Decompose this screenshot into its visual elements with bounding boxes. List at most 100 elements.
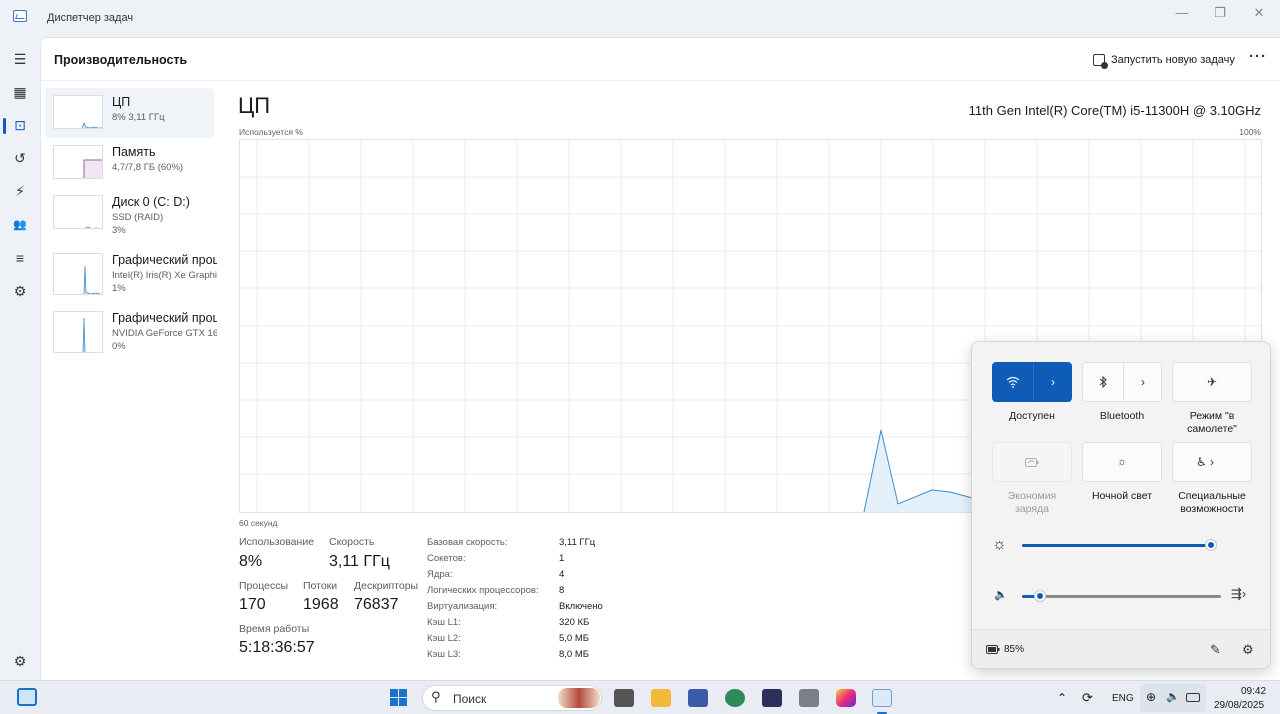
resource-detail: SSD (RAID)	[112, 212, 164, 223]
bluetooth-expand-chevron-icon[interactable]: ›	[1124, 363, 1162, 401]
spec-value: 320 КБ	[559, 617, 590, 628]
resource-item-gpu0[interactable]: Графический процессор 0 Intel(R) Iris(R)…	[45, 246, 217, 296]
more-options-button[interactable]: ···	[1249, 48, 1267, 65]
input-language[interactable]: ENG	[1112, 693, 1134, 704]
spec-value: 8,0 МБ	[559, 649, 589, 660]
settings-gear-icon[interactable]: ⚙	[1242, 642, 1254, 658]
startup-apps-icon[interactable]: ⚡	[10, 181, 30, 201]
bluetooth-tile[interactable]: ›	[1082, 362, 1162, 402]
cpu-title: ЦП	[238, 93, 271, 118]
wifi-tile[interactable]: ›	[992, 362, 1072, 402]
maximize-button[interactable]: ❐	[1204, 4, 1236, 22]
tray-overflow-chevron-icon[interactable]: ⌃	[1057, 691, 1067, 705]
spec-value: 3,11 ГГц	[559, 537, 596, 548]
audio-output-select-icon[interactable]: ⇶›	[1231, 586, 1246, 602]
remote-desktop-icon[interactable]	[688, 689, 708, 707]
percent-max-label: 100%	[1239, 127, 1261, 137]
quick-settings-footer: 85% ✎ ⚙	[972, 629, 1270, 668]
file-explorer-icon[interactable]	[651, 689, 671, 707]
night-light-tile[interactable]: ☼	[1082, 442, 1162, 482]
airplane-mode-tile[interactable]: ✈	[1172, 362, 1252, 402]
airplane-label: Режим "в самолете"	[1187, 410, 1237, 435]
clock-time[interactable]: 09:42	[1241, 686, 1266, 697]
resource-item-memory[interactable]: Память 4,7/7,8 ГБ (60%)	[45, 138, 214, 188]
clock-date[interactable]: 29/08/2025	[1214, 700, 1264, 711]
resource-item-gpu1[interactable]: Графический процессор 1 NVIDIA GeForce G…	[45, 304, 217, 354]
search-icon: ⚲	[431, 689, 441, 704]
services-icon[interactable]: ⚙	[10, 281, 30, 301]
cpu-thumbnail	[53, 95, 103, 129]
close-button[interactable]: ✕	[1243, 4, 1275, 22]
resource-usage: 0%	[112, 341, 126, 352]
resource-item-disk[interactable]: Диск 0 (C: D:) SSD (RAID) 3%	[45, 188, 214, 238]
start-icon[interactable]	[389, 689, 409, 707]
battery-status[interactable]: 85%	[986, 644, 1024, 655]
airplane-icon: ✈	[1206, 375, 1218, 389]
dev-app-icon[interactable]	[762, 689, 782, 707]
threads-label: Потоки	[303, 580, 338, 592]
battery-saver-tile[interactable]	[992, 442, 1072, 482]
panel-header: Производительность Запустить новую задач…	[41, 38, 1280, 81]
settings-icon[interactable]: ⚙	[10, 651, 30, 671]
speed-value: 3,11 ГГц	[329, 553, 390, 570]
volume-slider-thumb[interactable]	[1034, 591, 1045, 601]
instagram-icon[interactable]	[836, 689, 856, 707]
task-manager-taskbar-icon[interactable]	[872, 689, 892, 707]
task-view-icon[interactable]	[614, 689, 634, 707]
volume-slider-track[interactable]	[1022, 595, 1221, 598]
details-icon[interactable]: ≡	[10, 248, 30, 268]
resource-detail: 4,7/7,8 ГБ (60%)	[112, 162, 184, 173]
spec-value: Включено	[559, 601, 603, 612]
spec-label: Кэш L1:	[427, 617, 461, 628]
quick-settings-button[interactable]: ⊕ 🔈	[1140, 684, 1206, 712]
gpu0-thumbnail	[53, 253, 103, 295]
run-new-task-button[interactable]: Запустить новую задачу	[1093, 51, 1235, 69]
speaker-icon[interactable]: 🔈	[994, 588, 1008, 601]
battery-tray-icon	[1186, 693, 1200, 702]
bluetooth-label: Bluetooth	[1099, 410, 1145, 422]
battery-icon	[986, 645, 1000, 654]
search-box[interactable]: ⚲ Поиск	[422, 685, 602, 711]
brightness-slider-thumb[interactable]	[1206, 540, 1217, 550]
performance-icon[interactable]: ⊡	[10, 115, 30, 135]
minimize-button[interactable]: —	[1166, 4, 1198, 22]
resource-name: Графический процессор 1	[112, 311, 217, 325]
spec-label: Сокетов:	[427, 553, 466, 564]
resource-usage: 1%	[112, 283, 126, 294]
usage-label: Использование	[239, 536, 315, 548]
resource-name: Память	[112, 145, 156, 159]
spec-value: 1	[559, 553, 565, 564]
processes-icon[interactable]: ▦	[10, 82, 30, 102]
nav-rail: ☰ ▦ ⊡ ↺ ⚡ 👥 ≡ ⚙ ⚙	[0, 37, 40, 680]
app-icon[interactable]	[799, 689, 819, 707]
spec-label: Виртуализация:	[427, 601, 498, 612]
resource-name: Диск 0 (C: D:)	[112, 195, 190, 209]
handles-label: Дескрипторы	[354, 580, 419, 592]
utilization-label: Используется %	[239, 127, 303, 137]
search-highlight-image	[558, 688, 600, 708]
bluetooth-icon[interactable]	[1083, 363, 1123, 401]
usage-value: 8%	[239, 553, 263, 570]
app-history-icon[interactable]: ↺	[10, 148, 30, 168]
users-icon[interactable]: 👥	[10, 215, 30, 235]
spec-label: Ядра:	[427, 569, 453, 580]
edit-quick-settings-icon[interactable]: ✎	[1210, 642, 1221, 658]
resource-name: ЦП	[112, 95, 131, 109]
processes-value: 170	[239, 596, 266, 613]
hamburger-menu-icon[interactable]: ☰	[10, 49, 30, 69]
volume-icon: 🔈	[1166, 691, 1180, 703]
resource-item-cpu[interactable]: ЦП 8% 3,11 ГГц	[45, 88, 214, 138]
uptime-label: Время работы	[239, 623, 310, 635]
wifi-expand-chevron-icon[interactable]: ›	[1034, 363, 1072, 401]
battery-percent: 85%	[1004, 644, 1025, 655]
sync-icon[interactable]: ⟳	[1082, 690, 1093, 706]
accessibility-tile[interactable]: ♿ ›	[1172, 442, 1252, 482]
night-light-icon: ☼	[1116, 456, 1128, 468]
page-title: Производительность	[54, 53, 188, 67]
browser-icon[interactable]	[725, 689, 745, 707]
threads-value: 1968	[303, 596, 339, 613]
wifi-icon[interactable]	[993, 363, 1033, 401]
resource-name: Графический процессор 0	[112, 253, 217, 267]
spec-label: Логических процессоров:	[427, 585, 539, 596]
widgets-icon[interactable]	[17, 688, 37, 706]
